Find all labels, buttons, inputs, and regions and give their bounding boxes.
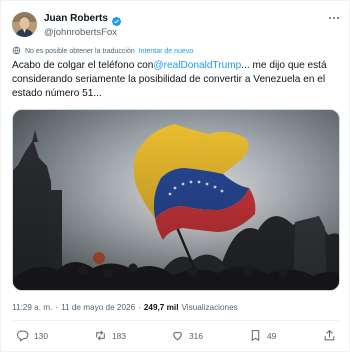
tweet-photo[interactable] [12,109,340,291]
tweet-date[interactable]: 11 de mayo de 2026 [61,303,135,312]
name-row: Juan Roberts [44,12,122,26]
repost-icon [94,329,107,344]
avatar[interactable] [12,12,37,37]
repost-count: 183 [112,331,126,341]
views-count: 249,7 mil [143,302,179,312]
like-count: 316 [189,331,203,341]
tweet-text: Acabo de colgar el teléfono con@realDona… [12,59,344,102]
meta-separator: · [55,302,59,312]
tweet-text-before: Acabo de colgar el teléfono con [12,60,154,71]
mention-link[interactable]: @realDonaldTrump [153,60,241,71]
author-names: Juan Roberts @johnrobertsFox [44,12,122,39]
reply-count: 130 [34,331,48,341]
bookmark-button[interactable]: 49 [249,327,276,345]
action-bar: 130 183 316 49 [12,327,342,345]
more-icon[interactable] [326,10,342,26]
author-handle[interactable]: @johnrobertsFox [44,26,122,39]
views-label: Visualizaciones [181,302,238,312]
reply-button[interactable]: 130 [16,327,48,345]
share-button[interactable] [323,327,336,345]
repost-button[interactable]: 183 [94,327,126,345]
translation-notice: No es posible obtener la traducción Inte… [12,46,193,57]
tweet-meta: 11:29 a. m. · 11 de mayo de 2026 · 249,7… [12,301,238,313]
share-icon [323,329,336,344]
translation-notice-text: No es posible obtener la traducción [25,48,135,55]
like-button[interactable]: 316 [171,327,203,345]
bookmark-icon [249,329,262,344]
divider [12,320,340,321]
display-name[interactable]: Juan Roberts [44,12,108,26]
like-icon [171,329,184,344]
tweet-time[interactable]: 11:29 a. m. [12,303,52,312]
tweet-header: Juan Roberts @johnrobertsFox [12,10,342,42]
bookmark-count: 49 [267,331,277,341]
verified-badge-icon [111,14,122,26]
tweet-card: Juan Roberts @johnrobertsFox No es posib… [0,0,350,352]
meta-separator: · [138,302,141,312]
retry-translation-link[interactable]: Intentar de nuevo [139,48,194,55]
reply-icon [16,329,29,344]
translate-icon [12,46,21,57]
